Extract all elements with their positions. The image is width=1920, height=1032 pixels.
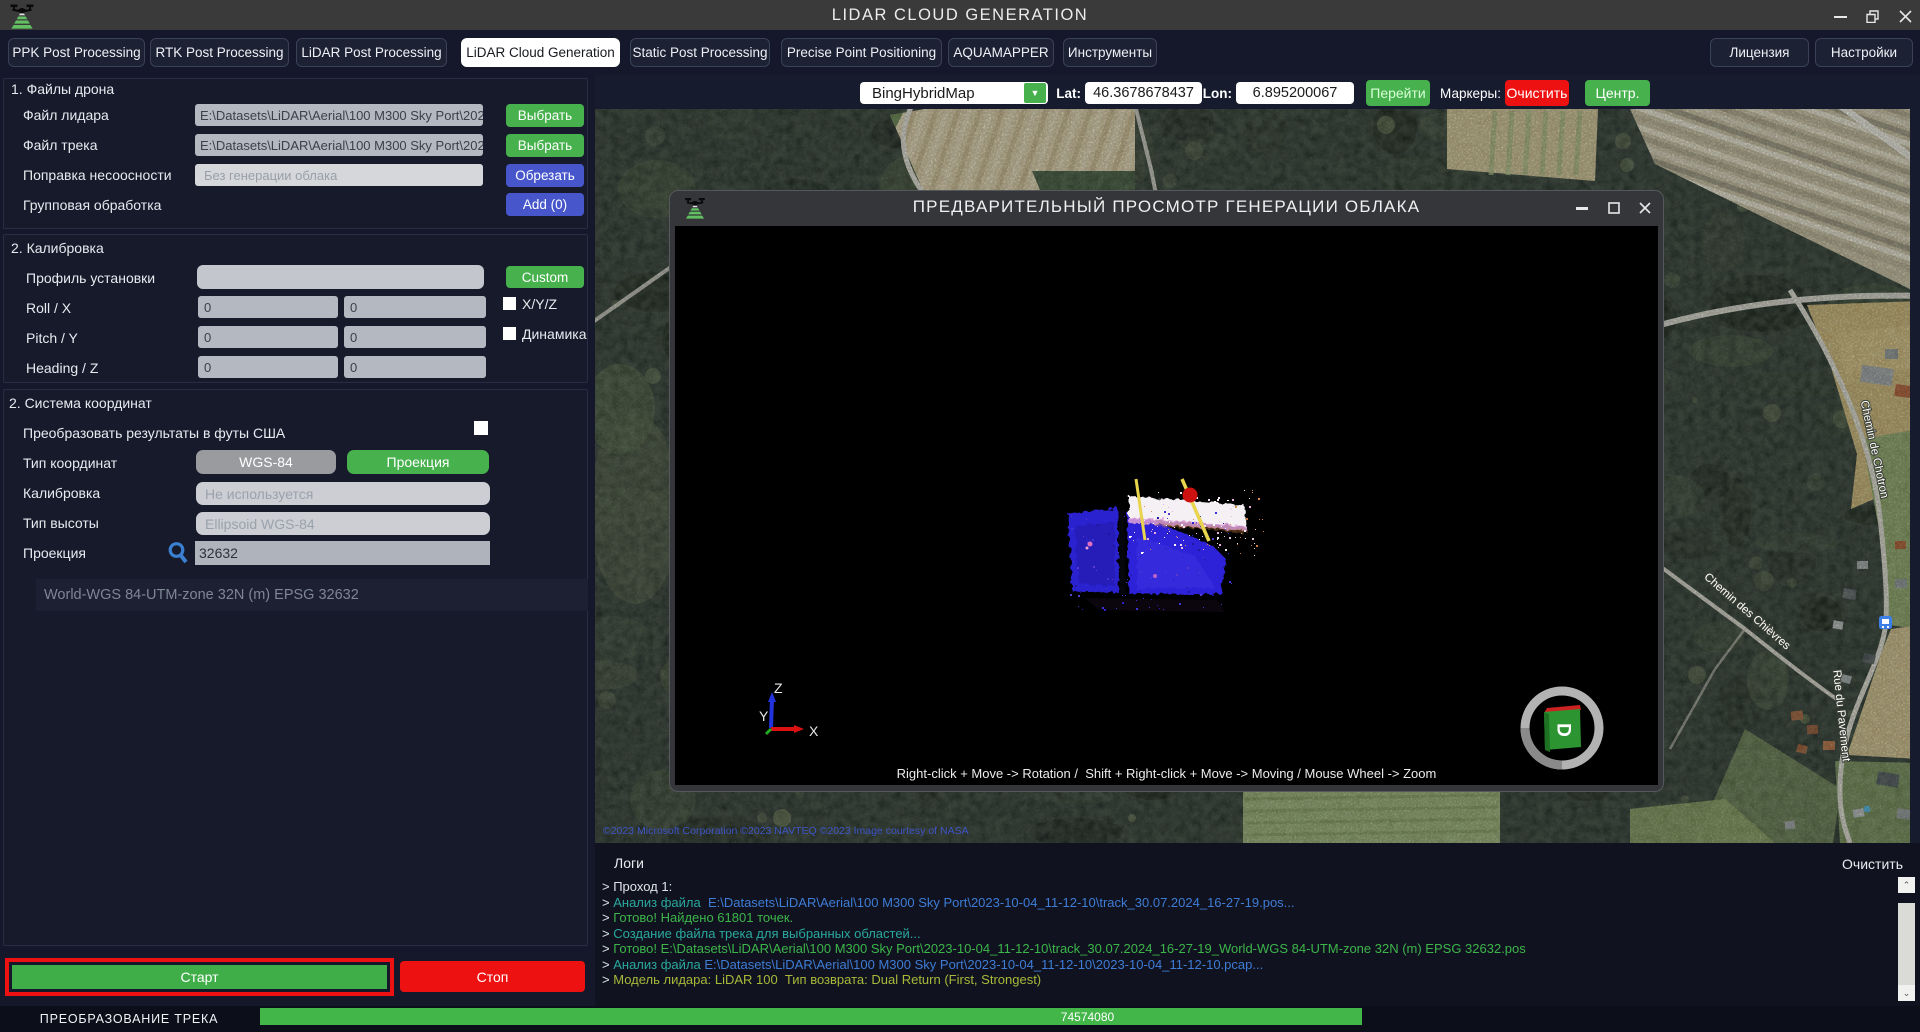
- svg-text:Z: Z: [774, 680, 783, 696]
- svg-text:X: X: [809, 723, 819, 739]
- svg-text:Y: Y: [759, 708, 769, 724]
- svg-text:D: D: [1553, 723, 1574, 737]
- svg-text:©2023 Microsoft Corporation ©2: ©2023 Microsoft Corporation ©2023 NAVTEQ…: [603, 825, 969, 837]
